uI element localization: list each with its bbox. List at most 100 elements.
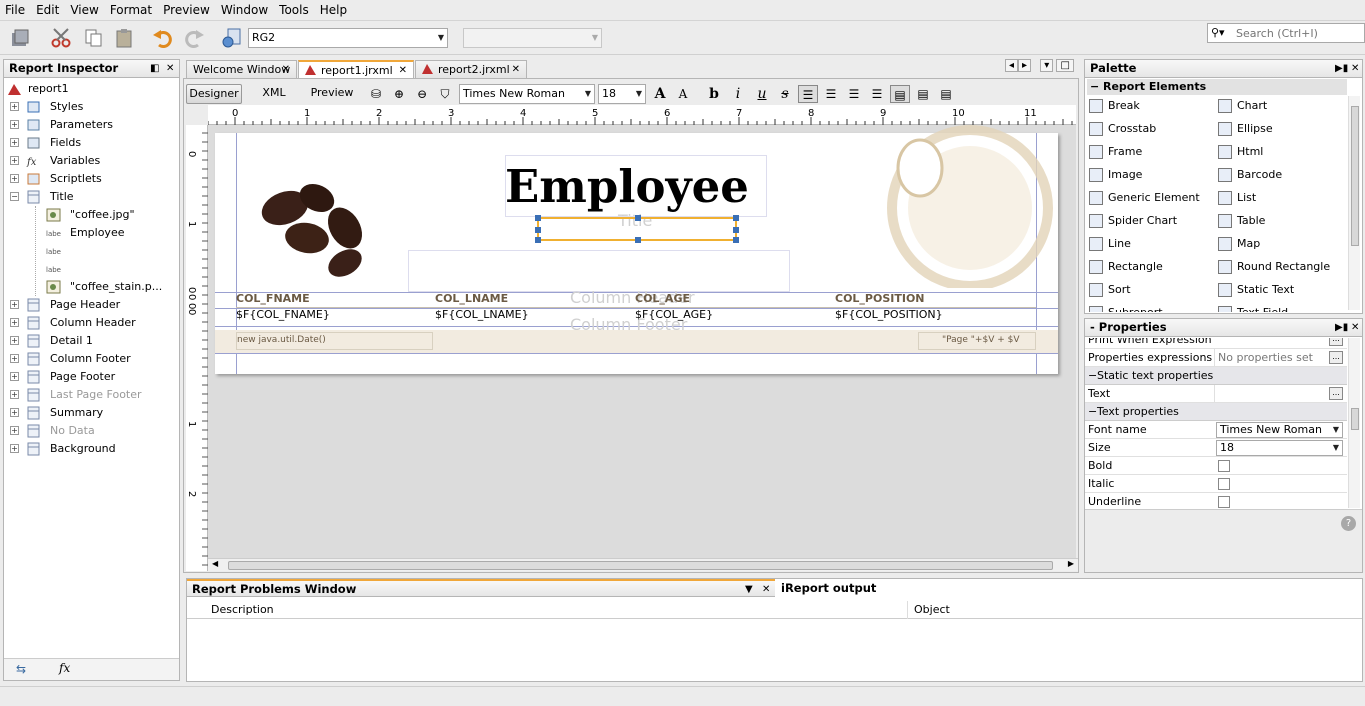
zoom-out-icon[interactable]: ⊖	[412, 85, 432, 103]
font-name-combo[interactable]: Times New Roman ▼	[459, 84, 595, 104]
expand-toggle-icon[interactable]: +	[10, 336, 19, 345]
bold-checkbox[interactable]	[1218, 460, 1230, 472]
column-header-lname[interactable]: COL_LNAME	[435, 292, 508, 305]
tab-list-icon[interactable]: ▾	[1040, 59, 1054, 72]
font-name-select[interactable]: Times New Roman ▼	[1216, 422, 1343, 438]
palette-item[interactable]: Sort	[1089, 280, 1131, 300]
copy-icon[interactable]	[82, 26, 106, 50]
close-tab-icon[interactable]: ✕	[399, 62, 407, 79]
align-bottom-icon[interactable]: ▤	[936, 85, 956, 103]
menu-format[interactable]: Format	[105, 0, 158, 21]
minimize-icon[interactable]: ▼	[745, 581, 753, 598]
palette-item[interactable]: Crosstab	[1089, 119, 1156, 139]
run-report-icon[interactable]	[219, 26, 243, 50]
expand-toggle-icon[interactable]: +	[10, 318, 19, 327]
column-object[interactable]: Object	[907, 601, 950, 619]
property-italic[interactable]: Italic	[1085, 475, 1347, 493]
italic-checkbox[interactable]	[1218, 478, 1230, 490]
menu-help[interactable]: Help	[315, 0, 353, 21]
search-input[interactable]	[1236, 25, 1361, 41]
property-expressions[interactable]: Properties expressions No properties set.…	[1085, 349, 1347, 367]
palette-item[interactable]: Subreport	[1089, 303, 1163, 312]
underline-icon[interactable]: u	[752, 85, 772, 103]
align-justify-icon[interactable]: ☰	[821, 85, 841, 103]
column-header-position[interactable]: COL_POSITION	[835, 292, 925, 305]
font-size-combo[interactable]: 18 ▼	[598, 84, 646, 104]
palette-item[interactable]: Image	[1089, 165, 1142, 185]
expand-toggle-icon[interactable]: −	[10, 192, 19, 201]
tab-report2[interactable]: report2.jrxml ✕	[415, 60, 527, 78]
scroll-right-arrow-icon[interactable]: ▶	[1068, 559, 1074, 568]
tree-item[interactable]: label	[4, 260, 181, 278]
bold-icon[interactable]: b	[704, 85, 724, 103]
property-size[interactable]: Size 18 ▼	[1085, 439, 1347, 457]
expand-toggle-icon[interactable]: +	[10, 120, 19, 129]
tree-item[interactable]: + Scriptlets	[4, 170, 181, 188]
text-properties-section[interactable]: − Text properties	[1085, 403, 1347, 421]
align-right-icon[interactable]: ☰	[867, 85, 887, 103]
palette-item[interactable]: Ellipse	[1218, 119, 1273, 139]
designer-mode-button[interactable]: Designer	[186, 84, 242, 104]
tree-item[interactable]: + fx Variables	[4, 152, 181, 170]
font-size-select[interactable]: 18 ▼	[1216, 440, 1343, 456]
tree-item[interactable]: − Title	[4, 188, 181, 206]
undo-icon[interactable]	[151, 26, 175, 50]
tree-item[interactable]: + Summary	[4, 404, 181, 422]
field-fname[interactable]: $F{COL_FNAME}	[236, 308, 330, 321]
close-tab-icon[interactable]: ✕	[282, 61, 290, 78]
add-parameter-icon[interactable]: ⇆	[16, 662, 26, 676]
minimize-icon[interactable]: ▶▮	[1335, 60, 1348, 77]
tree-item[interactable]: + Last Page Footer	[4, 386, 181, 404]
palette-item[interactable]: Static Text	[1218, 280, 1294, 300]
align-center-icon[interactable]: ☰	[844, 85, 864, 103]
palette-item[interactable]: Generic Element	[1089, 188, 1200, 208]
palette-item[interactable]: Rectangle	[1089, 257, 1163, 277]
palette-scrollbar[interactable]	[1348, 96, 1360, 310]
expand-toggle-icon[interactable]: +	[10, 444, 19, 453]
align-middle-icon[interactable]: ▤	[913, 85, 933, 103]
tree-item[interactable]: + Column Header	[4, 314, 181, 332]
tree-item[interactable]: label	[4, 242, 181, 260]
save-all-icon[interactable]	[8, 26, 32, 50]
tree-item[interactable]: label Employee	[4, 224, 181, 242]
preview-mode-button[interactable]: Preview	[306, 84, 358, 104]
tree-item[interactable]: + Styles	[4, 98, 181, 116]
underline-checkbox[interactable]	[1218, 496, 1230, 508]
footer-date-field[interactable]: new java.util.Date()	[237, 335, 326, 345]
expand-toggle-icon[interactable]: +	[10, 174, 19, 183]
palette-item[interactable]: Line	[1089, 234, 1131, 254]
strikethrough-icon[interactable]: s	[775, 85, 795, 103]
field-age[interactable]: $F{COL_AGE}	[635, 308, 713, 321]
close-icon[interactable]: ✕	[762, 581, 770, 598]
expand-toggle-icon[interactable]: +	[10, 354, 19, 363]
datasource-combo[interactable]: RG2 ▼	[248, 28, 448, 48]
palette-item[interactable]: Break	[1089, 96, 1140, 116]
search-box[interactable]: ⚲▾	[1207, 23, 1365, 43]
menu-window[interactable]: Window	[216, 0, 274, 21]
close-icon[interactable]: ✕	[1351, 60, 1359, 77]
palette-item[interactable]: Chart	[1218, 96, 1267, 116]
palette-item[interactable]: List	[1218, 188, 1256, 208]
format-painter-icon[interactable]: ⛉	[435, 85, 455, 103]
column-description[interactable]: Description	[211, 601, 274, 619]
tree-item[interactable]: "coffee.jpg"	[4, 206, 181, 224]
tree-item[interactable]: + Detail 1	[4, 332, 181, 350]
property-underline[interactable]: Underline	[1085, 493, 1347, 508]
scroll-right-icon[interactable]: ▸	[1018, 59, 1032, 72]
zoom-in-icon[interactable]: ⊕	[389, 85, 409, 103]
decrease-font-icon[interactable]: A	[673, 85, 693, 103]
tree-item[interactable]: + Fields	[4, 134, 181, 152]
maximize-icon[interactable]: □	[1056, 59, 1074, 72]
tree-item[interactable]: + No Data	[4, 422, 181, 440]
expand-toggle-icon[interactable]: +	[10, 138, 19, 147]
property-text[interactable]: Text...	[1085, 385, 1347, 403]
property-font-name[interactable]: Font name Times New Roman ▼	[1085, 421, 1347, 439]
column-header-fname[interactable]: COL_FNAME	[236, 292, 310, 305]
column-header-age[interactable]: COL_AGE	[635, 292, 690, 305]
menu-tools[interactable]: Tools	[274, 0, 315, 21]
database-icon[interactable]: ⛁	[366, 85, 386, 103]
paste-icon[interactable]	[112, 26, 136, 50]
expand-toggle-icon[interactable]: +	[10, 102, 19, 111]
canvas-horizontal-scrollbar[interactable]: ◀ ▶	[208, 558, 1078, 571]
expand-toggle-icon[interactable]: +	[10, 426, 19, 435]
